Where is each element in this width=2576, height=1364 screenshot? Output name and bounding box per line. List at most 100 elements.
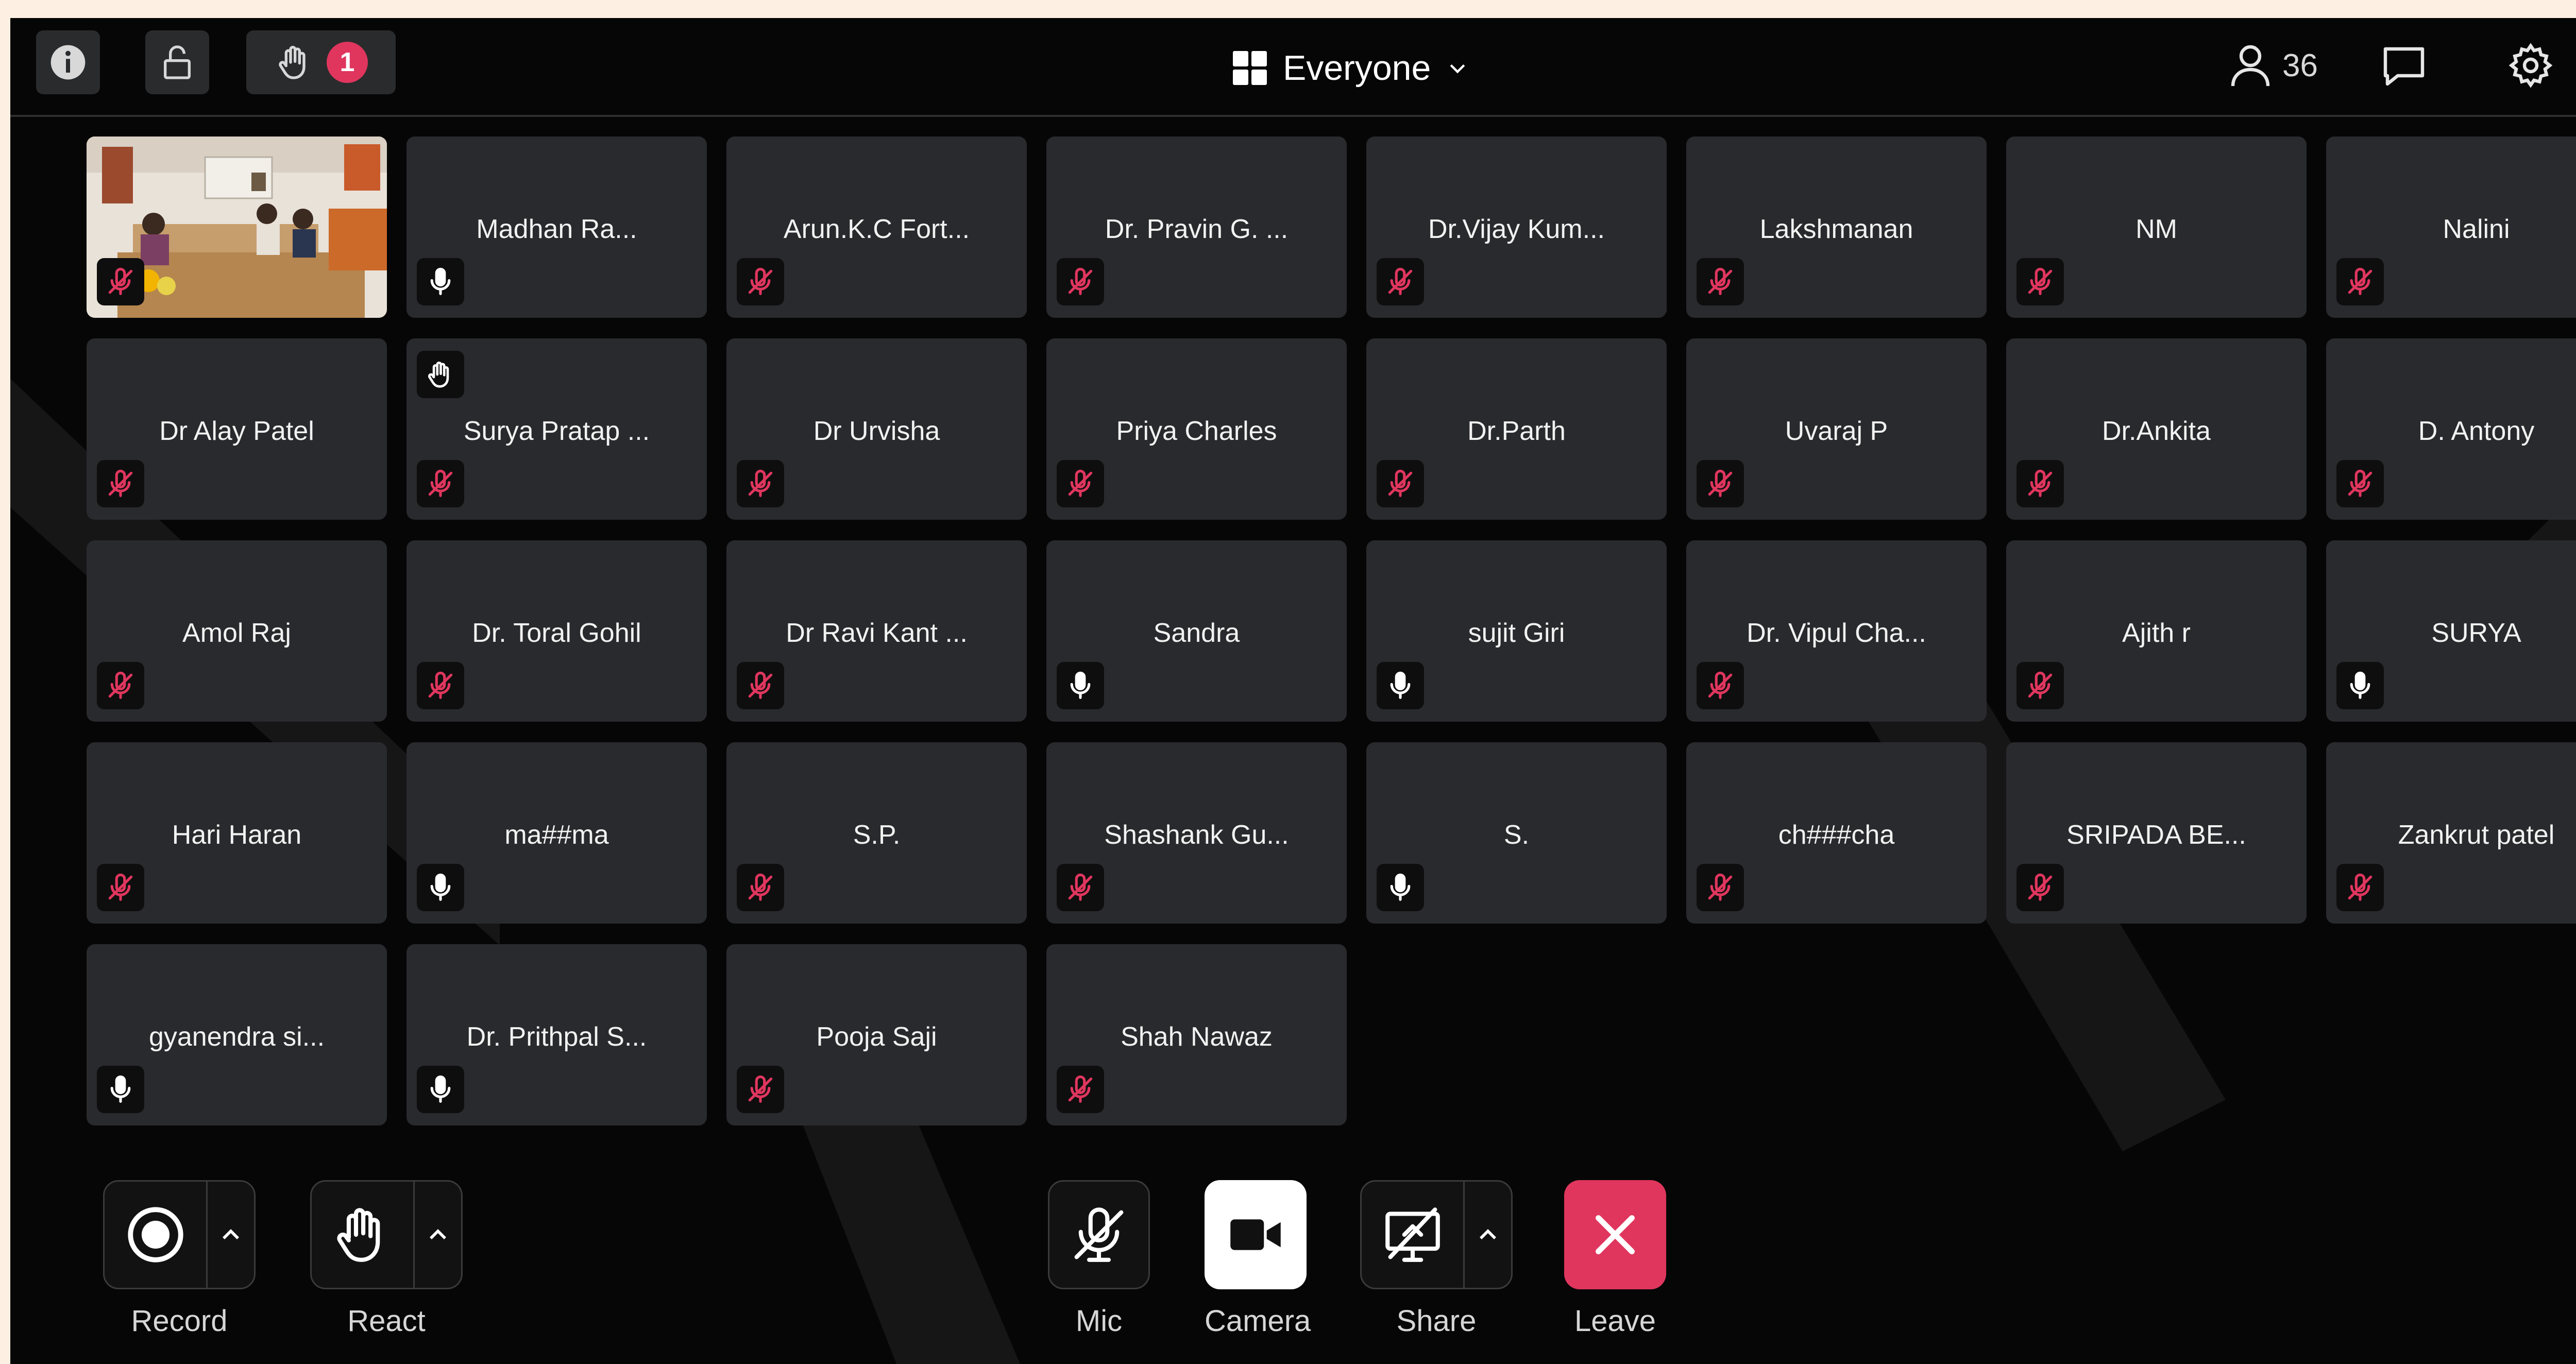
participant-tile[interactable]: Dr. Toral Gohil [406,540,707,722]
chat-button[interactable] [2379,41,2429,90]
participant-tile[interactable]: ch###cha [1686,742,1987,924]
react-label: React [347,1304,426,1338]
mic-status-muted [2336,258,2384,305]
participant-tile[interactable]: gyanendra si... [87,944,387,1126]
settings-button[interactable] [2506,41,2555,90]
participant-tile[interactable]: Dr Urvisha [726,338,1027,520]
camera-label: Camera [1205,1304,1311,1338]
raised-hands-button[interactable]: 1 [246,30,396,94]
mic-status-on [417,864,464,911]
mic-button[interactable] [1048,1180,1150,1289]
participant-tile[interactable]: Arun.K.C Fort... [726,137,1027,318]
participant-tile[interactable]: Shah Nawaz [1046,944,1347,1126]
participant-tile[interactable]: Dr.Parth [1366,338,1667,520]
record-control: Record [103,1180,256,1338]
mic-icon [430,1075,451,1103]
participant-tile[interactable]: S. [1366,742,1667,924]
participant-tile[interactable]: Zankrut patel [2326,742,2576,924]
leave-control: Leave [1564,1180,1666,1338]
participant-name: D. Antony [2418,416,2535,446]
participant-tile[interactable]: SRIPADA BE... [2006,742,2307,924]
participant-tile[interactable]: ma##ma [406,742,707,924]
participant-tile[interactable]: Dr. Prithpal S... [406,944,707,1126]
participant-name: S. [1503,820,1530,850]
hand-icon [279,46,306,79]
raised-hands-badge: 1 [327,42,368,83]
leave-label: Leave [1574,1304,1656,1338]
record-button[interactable] [105,1182,206,1288]
mic-status-muted [1697,460,1744,507]
participant-tile[interactable]: SURYA [2326,540,2576,722]
participant-tile[interactable]: Dr. Pravin G. ... [1046,137,1347,318]
view-selector[interactable]: Everyone [1231,45,1469,91]
participant-name: Dr. Prithpal S... [466,1022,647,1052]
mic-status-muted [417,460,464,507]
participant-tile[interactable] [87,137,387,318]
participant-tile[interactable]: Shashank Gu... [1046,742,1347,924]
participant-name: Lakshmanan [1759,214,1913,244]
mic-status-muted [97,864,144,911]
participant-name: Pooja Saji [816,1022,937,1052]
leave-button[interactable] [1564,1180,1666,1289]
camera-button[interactable] [1205,1180,1307,1289]
participant-tile[interactable]: Lakshmanan [1686,137,1987,318]
mic-off-icon [1068,1075,1093,1103]
share-control: Share [1360,1180,1513,1338]
participant-name: Dr. Toral Gohil [472,618,641,648]
mic-off-icon [1068,267,1093,295]
participant-name: SURYA [2431,618,2521,648]
participant-tile[interactable]: Dr Ravi Kant ... [726,540,1027,722]
participant-tile[interactable]: Dr.Ankita [2006,338,2307,520]
participant-tile[interactable]: Madhan Ra... [406,137,707,318]
meeting-window: 1 Everyone 36 Madhan Ra... Arun.K.C Fort… [10,18,2576,1364]
mic-off-icon [2348,267,2372,295]
mic-status-muted [2336,460,2384,507]
participant-tile[interactable]: Dr Alay Patel [87,338,387,520]
react-options-button[interactable] [413,1182,461,1288]
mic-status-muted [1057,460,1104,507]
share-button[interactable] [1362,1182,1463,1288]
mic-icon [110,1075,131,1103]
participant-tile[interactable]: Sandra [1046,540,1347,722]
hand-icon [428,362,449,388]
participant-name: Dr.Parth [1467,416,1566,446]
mic-off-icon [1708,873,1733,901]
participant-name: Dr.Vijay Kum... [1428,214,1605,244]
participant-tile[interactable]: D. Antony [2326,338,2576,520]
info-button[interactable] [36,30,100,94]
mic-status-muted [1057,258,1104,305]
participant-tile[interactable]: Hari Haran [87,742,387,924]
participants-button[interactable]: 36 [2226,41,2318,90]
hand-icon [337,1208,380,1262]
mic-off-icon [1068,873,1093,901]
mic-control: Mic [1048,1180,1150,1338]
lock-meeting-button[interactable] [145,30,209,94]
participant-tile[interactable]: Pooja Saji [726,944,1027,1126]
record-label: Record [131,1304,228,1338]
participant-tile[interactable]: sujit Giri [1366,540,1667,722]
participant-tile[interactable]: NM [2006,137,2307,318]
participant-tile[interactable]: Surya Pratap ... [406,338,707,520]
mic-label: Mic [1075,1304,1123,1338]
participant-tile[interactable]: Priya Charles [1046,338,1347,520]
participant-tile[interactable]: Amol Raj [87,540,387,722]
share-options-button[interactable] [1463,1182,1511,1288]
mic-status-muted [737,864,784,911]
mic-off-icon [748,671,773,699]
chevron-up-icon [223,1229,240,1239]
participant-name: gyanendra si... [148,1022,325,1052]
participant-name: Arun.K.C Fort... [783,214,970,244]
participant-name: Shashank Gu... [1104,820,1289,850]
participant-tile[interactable]: Dr.Vijay Kum... [1366,137,1667,318]
participant-tile[interactable]: Dr. Vipul Cha... [1686,540,1987,722]
mic-off-icon [748,469,773,497]
mic-off-icon [1074,1207,1124,1262]
mic-status-on [417,1066,464,1113]
mic-status-muted [737,258,784,305]
record-options-button[interactable] [206,1182,254,1288]
participant-tile[interactable]: S.P. [726,742,1027,924]
participant-tile[interactable]: Nalini [2326,137,2576,318]
participant-tile[interactable]: Uvaraj P [1686,338,1987,520]
react-button[interactable] [312,1182,413,1288]
participant-tile[interactable]: Ajith r [2006,540,2307,722]
